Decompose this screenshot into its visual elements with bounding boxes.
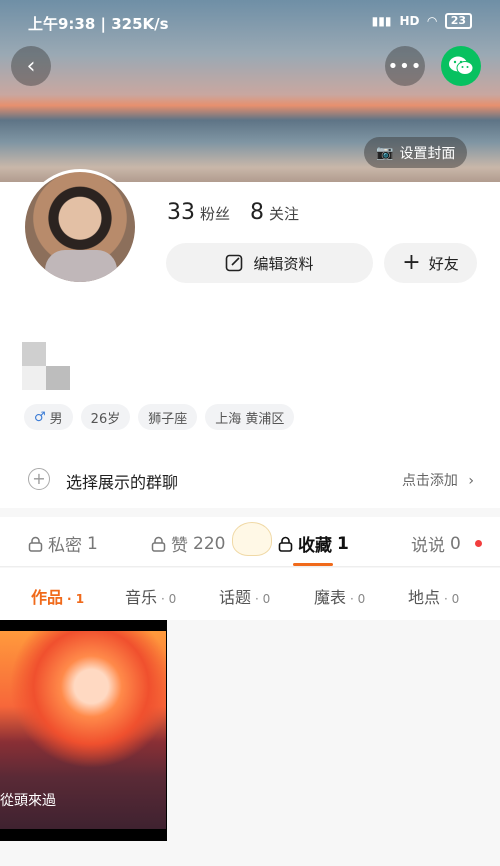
- fans-count: 33: [167, 200, 195, 225]
- tab-favorites-count: 1: [337, 533, 349, 554]
- wechat-share-button[interactable]: [441, 46, 481, 86]
- chevron-right-icon: ›: [468, 473, 474, 489]
- tab-private[interactable]: 私密 1: [28, 531, 98, 556]
- tag-gender: ♂ 男: [24, 404, 73, 430]
- tab-posts-count: 0: [450, 533, 461, 554]
- tab-likes-count: 220: [193, 533, 226, 554]
- edit-profile-label: 编辑资料: [253, 254, 314, 273]
- subtab-topics-count: · 0: [255, 592, 271, 606]
- following-count: 8: [250, 200, 265, 225]
- fans-label: 粉丝: [200, 205, 231, 223]
- group-chat-row[interactable]: + 选择展示的群聊 点击添加 ›: [0, 458, 500, 502]
- signal-icon: ▮▮▮: [371, 14, 392, 28]
- hd-label: HD: [399, 14, 420, 28]
- active-tab-indicator: [293, 563, 333, 566]
- wifi-icon: ◠: [427, 14, 437, 28]
- set-cover-label: 设置封面: [399, 145, 456, 162]
- fans-stat[interactable]: 33 粉丝: [167, 200, 230, 225]
- mascot-sticker: [232, 522, 272, 556]
- camera-icon: 📷: [376, 144, 394, 161]
- tab-favorites[interactable]: 收藏 1: [278, 531, 349, 556]
- subtab-topics[interactable]: 话题 · 0: [219, 584, 270, 608]
- plus-circle-icon: +: [28, 468, 50, 490]
- work-thumbnail[interactable]: 從頭來過: [0, 620, 167, 841]
- avatar[interactable]: [22, 169, 138, 285]
- more-icon: •••: [387, 55, 423, 77]
- subtab-music-label: 音乐: [125, 588, 158, 607]
- status-icons: ▮▮▮ HD ◠ 23: [372, 13, 472, 29]
- subtab-works-label: 作品: [31, 588, 64, 607]
- plus-icon: +: [402, 250, 421, 275]
- profile-tags: ♂ 男 26岁 狮子座 上海 黄浦区: [24, 404, 295, 430]
- subtab-works-count: · 1: [67, 592, 85, 606]
- following-stat[interactable]: 8 关注: [250, 200, 299, 225]
- subtab-places[interactable]: 地点 · 0: [408, 584, 459, 608]
- subtab-effects[interactable]: 魔表 · 0: [314, 584, 365, 608]
- more-button[interactable]: •••: [385, 46, 425, 86]
- chevron-left-icon: ‹: [26, 53, 36, 79]
- work-caption: 從頭來過: [0, 793, 56, 809]
- subtab-effects-label: 魔表: [314, 588, 347, 607]
- group-add-link[interactable]: 点击添加 ›: [402, 470, 474, 490]
- subtab-music-count: · 0: [161, 592, 177, 606]
- avatar-shirt: [45, 250, 117, 282]
- subtab-topics-label: 话题: [219, 588, 252, 607]
- works-grid: 從頭來過: [0, 620, 500, 866]
- profile-stats: 33 粉丝 8 关注: [167, 200, 299, 225]
- subtab-music[interactable]: 音乐 · 0: [125, 584, 176, 608]
- tab-posts[interactable]: 说说 0: [411, 531, 461, 557]
- tag-location: 上海 黄浦区: [205, 404, 295, 430]
- tab-likes-label: 赞: [171, 536, 188, 556]
- edit-profile-button[interactable]: 编辑资料: [166, 243, 373, 283]
- subtab-places-count: · 0: [444, 592, 460, 606]
- subtab-effects-count: · 0: [350, 592, 366, 606]
- status-bar: 上午9:38 | 325K/s ▮▮▮ HD ◠ 23: [0, 0, 500, 44]
- notification-dot: [475, 540, 482, 547]
- subtab-places-label: 地点: [408, 588, 441, 607]
- wechat-icon: [449, 56, 474, 75]
- tag-zodiac: 狮子座: [138, 404, 198, 430]
- lock-icon: [278, 536, 293, 552]
- following-label: 关注: [269, 205, 300, 223]
- add-friend-label: 好友: [428, 254, 459, 273]
- back-button[interactable]: ‹: [11, 46, 51, 86]
- status-time: 上午9:38 | 325K/s: [28, 15, 169, 33]
- blurred-username: [22, 342, 70, 390]
- tab-posts-label: 说说: [411, 536, 445, 556]
- subtab-works[interactable]: 作品 · 1: [31, 584, 84, 608]
- works-subtabs: 作品 · 1 音乐 · 0 话题 · 0 魔表 · 0 地点 · 0: [0, 568, 500, 620]
- edit-icon: [226, 254, 243, 272]
- tab-private-label: 私密: [48, 536, 82, 556]
- male-icon: ♂: [34, 409, 46, 425]
- battery-icon: 23: [444, 13, 472, 29]
- set-cover-button[interactable]: 📷 设置封面: [364, 137, 468, 168]
- tab-private-count: 1: [87, 533, 98, 554]
- tab-likes[interactable]: 赞 220: [151, 531, 225, 556]
- tag-gender-label: 男: [49, 411, 63, 427]
- group-add-label: 点击添加: [401, 473, 458, 489]
- tab-favorites-label: 收藏: [298, 536, 332, 556]
- add-friend-button[interactable]: + 好友: [384, 243, 477, 283]
- lock-icon: [151, 536, 166, 552]
- tag-age: 26岁: [80, 404, 131, 430]
- group-chat-label: 选择展示的群聊: [66, 473, 179, 492]
- lock-icon: [28, 536, 43, 552]
